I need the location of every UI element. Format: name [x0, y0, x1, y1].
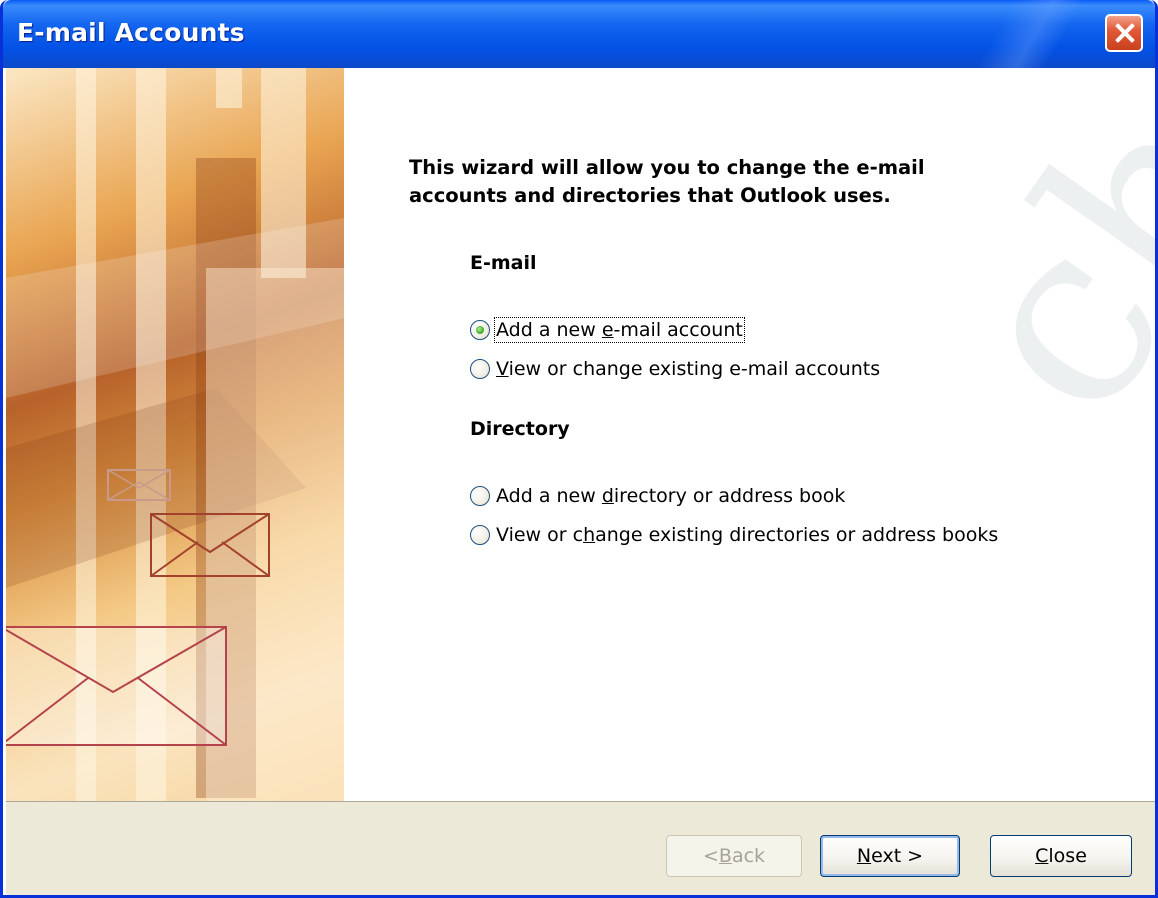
- directory-section-title: Directory: [470, 418, 570, 440]
- close-button[interactable]: Close: [990, 835, 1132, 877]
- wizard-content: chnology This wizard will allow you to c…: [344, 0, 1155, 801]
- view-email-accounts-label[interactable]: View or change existing e-mail accounts: [496, 358, 880, 380]
- view-email-accounts-option[interactable]: View or change existing e-mail accounts: [470, 354, 880, 384]
- close-x-icon[interactable]: [1105, 14, 1143, 52]
- view-directories-label[interactable]: View or change existing directories or a…: [496, 524, 998, 546]
- next-button[interactable]: Next >: [820, 835, 960, 877]
- add-email-account-label[interactable]: Add a new e-mail account: [494, 317, 745, 343]
- email-section-title: E-mail: [470, 252, 537, 274]
- add-email-account-radio[interactable]: [470, 320, 490, 340]
- email-accounts-window: E-mail Accounts chnology: [0, 0, 1158, 898]
- title-bar[interactable]: E-mail Accounts: [3, 0, 1155, 68]
- view-directories-option[interactable]: View or change existing directories or a…: [470, 520, 998, 550]
- watermark: chnology: [904, 0, 1155, 465]
- add-directory-option[interactable]: Add a new directory or address book: [470, 481, 845, 511]
- envelope-icon: [6, 626, 227, 746]
- add-directory-label[interactable]: Add a new directory or address book: [496, 485, 845, 507]
- button-bar: < Back Next > Close: [6, 801, 1155, 895]
- window-title: E-mail Accounts: [17, 18, 245, 47]
- view-directories-radio[interactable]: [470, 525, 490, 545]
- back-button[interactable]: < Back: [666, 835, 802, 877]
- wizard-side-artwork: [6, 68, 344, 801]
- view-email-accounts-radio[interactable]: [470, 359, 490, 379]
- add-email-account-option[interactable]: Add a new e-mail account: [470, 315, 745, 345]
- add-directory-radio[interactable]: [470, 486, 490, 506]
- wizard-heading: This wizard will allow you to change the…: [409, 156, 925, 207]
